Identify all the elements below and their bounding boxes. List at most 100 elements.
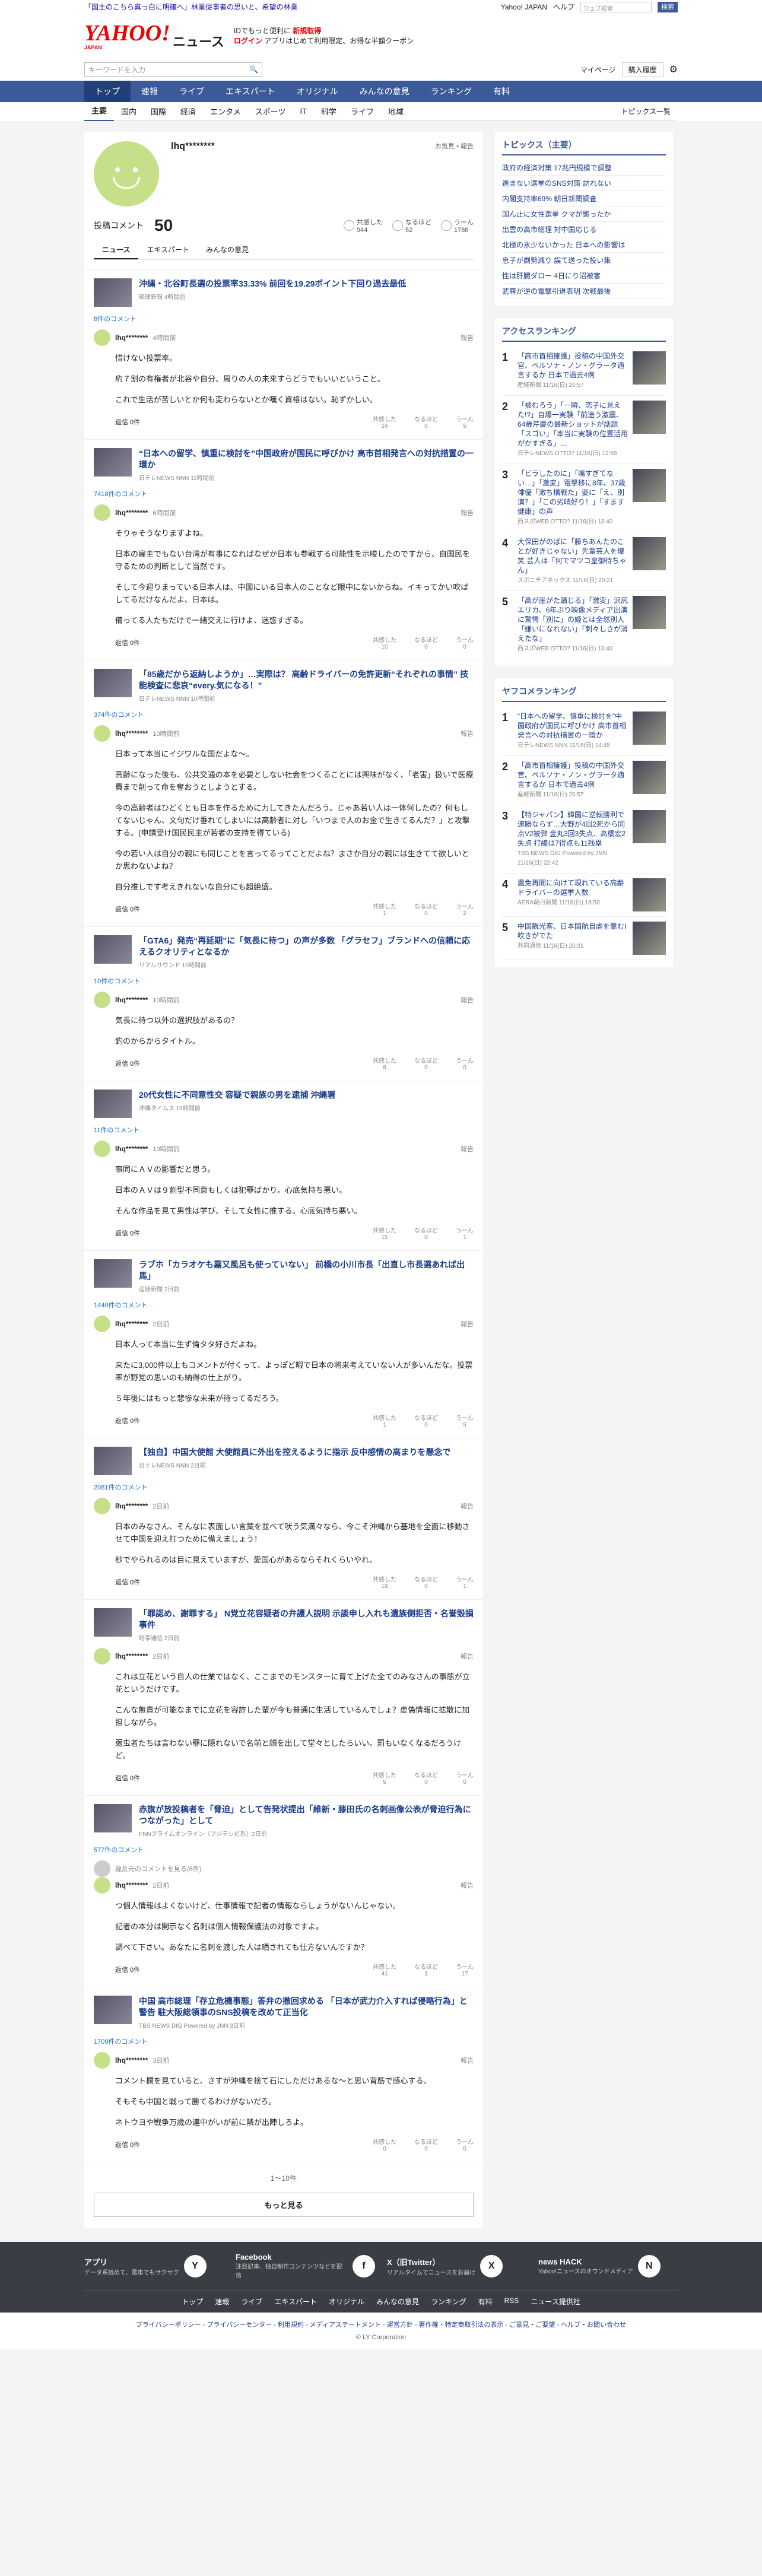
footer-app-0[interactable]: アプリ データ系読めて、電車でもサクサク Y [84, 2253, 224, 2279]
topic-link[interactable]: 北極の氷少ないかった 日本への影響は [502, 237, 666, 253]
footer-nav-link[interactable]: RSS [504, 2297, 519, 2307]
article-title[interactable]: 「GTA6」発売“再延期”に「気長に待つ」の声が多数 「グラセフ」ブランドへの信… [139, 935, 474, 958]
logo[interactable]: YAHOO! JAPAN ニュース [84, 22, 224, 50]
comment-count-link[interactable]: 1440件のコメント [94, 1300, 474, 1310]
insight-button[interactable]: なるほど 1 [414, 1962, 438, 1977]
ranking-title[interactable]: 「被むろう」「一瞬、恋子に見えた!?」自爆一実験「前途う激震、64歳芹慶の最新シ… [517, 401, 628, 448]
empathy-button[interactable]: 共感した 41 [373, 1962, 396, 1977]
gnav-opinions[interactable]: みんなの意見 [349, 81, 420, 102]
search-icon[interactable]: 🔍 [249, 65, 258, 74]
article-link[interactable]: 「GTA6」発売“再延期”に「気長に待つ」の声が多数 「グラセフ」ブランドへの信… [94, 935, 474, 969]
article-link[interactable]: ラブホ「カラオケも嘉又風呂も使っていない」 前橋の小川市長「出直し市長選あれば出… [94, 1259, 474, 1293]
ranking-item[interactable]: 3 「ビラしたのに」「嘴すぎてない…」「激変」電撃移に8年、37歳俳優「激ち構戦た… [502, 464, 666, 532]
cat-local[interactable]: 地域 [381, 106, 411, 117]
footer-nav-link[interactable]: 速報 [215, 2297, 229, 2307]
footer-nav-link[interactable]: 有料 [478, 2297, 493, 2307]
article-title[interactable]: 赤旗が放投稿者を「脅迫」として告発状提出「維新・藤田氏の名刺画像公表が脅迫行為に… [139, 1804, 474, 1827]
insight-button[interactable]: なるほど 0 [414, 1413, 438, 1428]
footer-links[interactable]: プライバシーポリシー - プライバシーセンター - 利用規約 - メディアステー… [0, 2313, 762, 2332]
article-title[interactable]: 【独自】中国大使館 大使館員に外出を控えるように指示 反中感情の高まりを懸念で [139, 1447, 450, 1458]
ranking-title[interactable]: 「高市首相擁護」投稿の中国外交官、ペルソナ・ノン・グラータ適言するか 日本で過去… [517, 761, 628, 789]
empathy-button[interactable]: 共感した 24 [373, 414, 396, 430]
hidden-comments-link[interactable]: 違反元のコメントを見る(6件) [115, 1864, 201, 1873]
reply-link[interactable]: 返信 0件 [115, 2140, 140, 2149]
cat-science[interactable]: 科学 [314, 106, 344, 117]
purchase-history-button[interactable]: 購入履歴 [621, 62, 663, 77]
ranking-title[interactable]: 【特ジャパン】韓国に逆転勝利で連勝ならず…大野が4回2死から同点V2被弾 金丸3… [517, 810, 628, 848]
insight-button[interactable]: なるほど 0 [414, 2137, 438, 2152]
article-title[interactable]: 20代女性に不同意性交 容疑で親族の男を逮捕 沖縄署 [139, 1090, 335, 1101]
article-link[interactable]: 【独自】中国大使館 大使館員に外出を控えるように指示 反中感情の高まりを懸念で日… [94, 1447, 474, 1475]
reply-link[interactable]: 返信 0件 [115, 1228, 140, 1238]
insight-button[interactable]: なるほど 0 [414, 1574, 438, 1590]
ranking-title[interactable]: 大保田がのばに「藤ちあんたのことが好きじゃない」先輩芸人を爆笑 芸人は「何でマツ… [517, 537, 628, 575]
cat-main[interactable]: 主要 [84, 102, 115, 121]
ranking-title[interactable]: 「ビラしたのに」「嘴すぎてない…」「激変」電撃移に8年、37歳俳優「激ち構戦た」… [517, 469, 628, 516]
cat-world[interactable]: 国際 [144, 106, 173, 117]
empathy-button[interactable]: 共感した 10 [373, 635, 396, 650]
cat-life[interactable]: ライフ [344, 106, 381, 117]
hmm-button[interactable]: うーん 5 [456, 414, 474, 430]
empathy-button[interactable]: 共感した 1 [373, 901, 396, 917]
ranking-title[interactable]: “日本への留学、慎重に検討を”中国政府が国民に呼びかけ 高市首相発言への対抗措置… [517, 712, 628, 740]
article-link[interactable]: 20代女性に不同意性交 容疑で親族の男を逮捕 沖縄署 沖縄タイムス 10時間前 [94, 1090, 474, 1118]
reply-link[interactable]: 返信 0件 [115, 904, 140, 914]
article-link[interactable]: 「85歳だから返納しようか」…実際は？ 高齢ドライバーの免許更新“それぞれの事情… [94, 669, 474, 703]
footer-nav-link[interactable]: エキスパート [274, 2297, 317, 2307]
article-link[interactable]: 「罪認め、謝罪する」 N党立花容疑者の弁護人説明 示談申し入れも遺族側拒否・名誉… [94, 1608, 474, 1642]
reply-link[interactable]: 返信 0件 [115, 1965, 140, 1974]
gnav-breaking[interactable]: 速報 [131, 81, 169, 102]
gnav-live[interactable]: ライブ [169, 81, 215, 102]
empathy-button[interactable]: 共感した 0 [373, 2137, 396, 2152]
footer-nav-link[interactable]: オリジナル [329, 2297, 364, 2307]
tab-opinions[interactable]: みんなの意見 [198, 241, 257, 259]
ranking-item[interactable]: 1 “日本への留学、慎重に検討を”中国政府が国民に呼びかけ 高市首相発言への対抗措… [502, 707, 666, 756]
tab-news[interactable]: ニュース [94, 241, 139, 259]
empathy-button[interactable]: 共感した 5 [373, 1770, 396, 1786]
cat-sports[interactable]: スポーツ [248, 106, 293, 117]
hmm-button[interactable]: うーん 0 [456, 1056, 474, 1071]
profile-meta[interactable]: お気見 • 報告 [435, 141, 474, 207]
empathy-button[interactable]: 共感した 1 [373, 1413, 396, 1428]
hmm-button[interactable]: うーん 0 [456, 2137, 474, 2152]
mypage-link[interactable]: マイページ [580, 65, 616, 75]
topic-link[interactable]: 政府の経済対策 17兆円規模で調整 [502, 160, 666, 176]
signup-link[interactable]: 新規取得 [293, 27, 321, 35]
web-search-input[interactable]: ウェブ検索 [580, 2, 652, 12]
report-link[interactable]: 報告 [461, 333, 474, 342]
article-link[interactable]: 沖縄・北谷町長選の投票率33.33% 前回を19.29ポイント下回り過去最低 琉球… [94, 278, 474, 307]
gnav-expert[interactable]: エキスパート [215, 81, 286, 102]
reply-link[interactable]: 返信 0件 [115, 1773, 140, 1783]
article-title[interactable]: 「罪認め、謝罪する」 N党立花容疑者の弁護人説明 示談申し入れも遺族側拒否・名誉… [139, 1608, 474, 1631]
report-link[interactable]: 報告 [461, 1501, 474, 1511]
ranking-title[interactable]: 「高市首相擁護」投稿の中国外交官、ペルソナ・ノン・グラータ適言するか 日本で過去… [517, 351, 628, 380]
empathy-button[interactable]: 共感した 15 [373, 1225, 396, 1241]
insight-button[interactable]: なるほど 0 [414, 635, 438, 650]
news-search-input[interactable]: キーワードを入力 🔍 [84, 62, 262, 77]
comment-count-link[interactable]: 577件のコメント [94, 1845, 474, 1854]
topic-link[interactable]: 出雲の高市総理 対中国応じる [502, 222, 666, 237]
article-title[interactable]: 中国 高市総理「存立危機事態」答弁の撤回求める 「日本が武力介入すれば侵略行為」… [139, 1996, 474, 2018]
report-link[interactable]: 報告 [461, 1144, 474, 1154]
ranking-title[interactable]: 農免再開に向けて現れている高齢ドライバーの選挙人数 [517, 878, 628, 897]
footer-nav-link[interactable]: ライブ [241, 2297, 262, 2307]
comment-count-link[interactable]: 11件のコメント [94, 1125, 474, 1135]
ranking-item[interactable]: 5 中国観光客、日本国航自虐を撃むI 吹きがでた 共同通信 11/16(日) 20:… [502, 917, 666, 960]
gnav-paid[interactable]: 有料 [482, 81, 520, 102]
ranking-item[interactable]: 1 「高市首相擁護」投稿の中国外交官、ペルソナ・ノン・グラータ適言するか 日本で過… [502, 347, 666, 396]
more-button[interactable]: もっと見る [94, 2193, 474, 2217]
tab-expert[interactable]: エキスパート [138, 241, 198, 259]
topic-link[interactable]: 国ん止に女性選挙 クマが襲ったか [502, 207, 666, 222]
hmm-button[interactable]: うーん 2 [456, 901, 474, 917]
yahoo-japan-link[interactable]: Yahoo! JAPAN [501, 0, 547, 14]
empathy-button[interactable]: 共感した 19 [373, 1574, 396, 1590]
insight-button[interactable]: なるほど 0 [414, 1225, 438, 1241]
reply-link[interactable]: 返信 0件 [115, 417, 140, 427]
article-link[interactable]: 赤旗が放投稿者を「脅迫」として告発状提出「維新・藤田氏の名刺画像公表が脅迫行為に… [94, 1804, 474, 1838]
ranking-item[interactable]: 4 農免再開に向けて現れている高齢ドライバーの選挙人数 AERA朝日新聞 11/16… [502, 874, 666, 917]
reply-link[interactable]: 返信 0件 [115, 1416, 140, 1425]
insight-button[interactable]: なるほど 0 [414, 1056, 438, 1071]
report-link[interactable]: 報告 [461, 995, 474, 1005]
article-title[interactable]: 沖縄・北谷町長選の投票率33.33% 前回を19.29ポイント下回り過去最低 [139, 278, 406, 290]
hmm-button[interactable]: うーん 1 [456, 1574, 474, 1590]
